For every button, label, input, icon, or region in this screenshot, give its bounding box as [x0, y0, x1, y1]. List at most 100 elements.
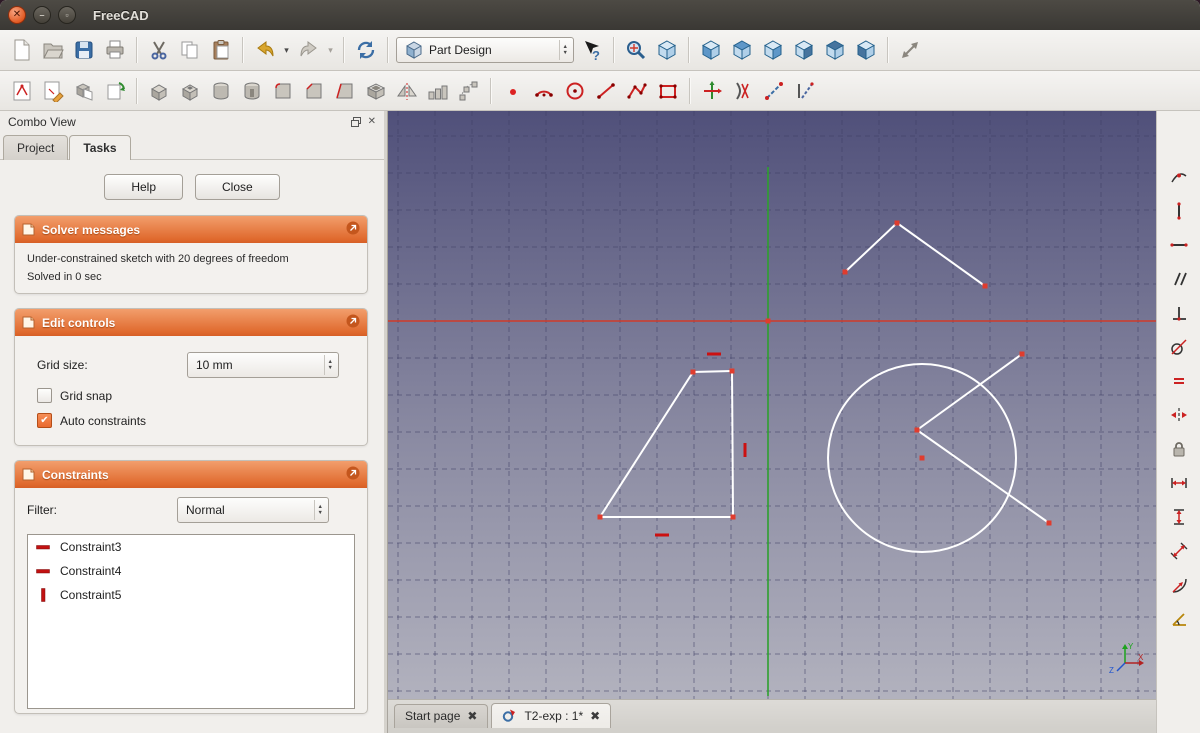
construction-mode-icon	[797, 81, 814, 99]
float-panel-icon[interactable]	[350, 117, 361, 127]
grid-snap-checkbox[interactable]	[37, 388, 52, 403]
constraint-radius-button[interactable]	[1165, 571, 1193, 598]
collapse-panel-icon[interactable]	[346, 314, 360, 331]
mirrored-button[interactable]	[391, 76, 422, 106]
sketch-circle-button[interactable]	[559, 76, 590, 106]
revolution-button[interactable]	[205, 76, 236, 106]
close-panel-icon[interactable]: ✕	[368, 117, 376, 127]
collapse-panel-icon[interactable]	[346, 466, 360, 483]
view-rear-button[interactable]	[788, 35, 819, 65]
view-front-button[interactable]	[695, 35, 726, 65]
fillet-icon	[274, 82, 290, 98]
groove-button[interactable]	[236, 76, 267, 106]
draft-button[interactable]	[329, 76, 360, 106]
titlebar[interactable]: ✕ – ▫ FreeCAD	[0, 0, 1200, 30]
close-tab-icon[interactable]: ✖	[590, 710, 600, 722]
list-item-constraint4[interactable]: Constraint4	[28, 559, 354, 583]
cut-button[interactable]	[143, 35, 174, 65]
constraint-distance-button[interactable]	[1165, 537, 1193, 564]
view-sketch-button[interactable]	[696, 76, 727, 106]
view-right-button[interactable]	[757, 35, 788, 65]
tab-document-t2-exp[interactable]: T2-exp : 1* ✖	[491, 703, 612, 728]
edit-sketch-button[interactable]	[37, 76, 68, 106]
constraint-point-on-object-button[interactable]	[1165, 163, 1193, 190]
constraint-vertical-button[interactable]	[1165, 197, 1193, 224]
sketch-arc-button[interactable]	[528, 76, 559, 106]
grid-size-select[interactable]: 10 mm ▲ ▼	[187, 352, 339, 378]
note-icon	[22, 223, 35, 236]
open-document-button[interactable]	[37, 35, 68, 65]
constraint-equal-button[interactable]	[1165, 367, 1193, 394]
list-item-constraint3[interactable]: Constraint3	[28, 535, 354, 559]
list-item-constraint5[interactable]: Constraint5	[28, 583, 354, 607]
tab-start-page[interactable]: Start page ✖	[394, 704, 489, 728]
whats-this-button[interactable]: ?	[576, 35, 607, 65]
external-geometry-button[interactable]	[758, 76, 789, 106]
constraint-symmetric-button[interactable]	[1165, 401, 1193, 428]
trim-edge-button[interactable]	[727, 76, 758, 106]
refresh-button[interactable]	[350, 35, 381, 65]
grid-snap-row[interactable]: Grid snap	[37, 388, 345, 403]
chamfer-button[interactable]	[298, 76, 329, 106]
print-button[interactable]	[99, 35, 130, 65]
new-sketch-button[interactable]	[6, 76, 37, 106]
measure-distance-button[interactable]	[894, 35, 925, 65]
tab-project[interactable]: Project	[3, 135, 69, 160]
sketch-point-button[interactable]	[497, 76, 528, 106]
new-document-button[interactable]	[6, 35, 37, 65]
sketch-polyline-button[interactable]	[621, 76, 652, 106]
view-left-button[interactable]	[850, 35, 881, 65]
construction-mode-button[interactable]	[789, 76, 820, 106]
pad-button[interactable]	[143, 76, 174, 106]
constraint-list[interactable]: Constraint3 Constraint4 Constraint5	[27, 534, 355, 709]
undo-dropdown-arrow[interactable]: ▾	[280, 35, 293, 65]
tab-tasks[interactable]: Tasks	[69, 135, 131, 160]
redo-button[interactable]	[293, 35, 324, 65]
axis-z-label: Z	[1109, 666, 1114, 675]
solver-messages-header[interactable]: Solver messages	[15, 216, 367, 243]
sketch-rectangle-button[interactable]	[652, 76, 683, 106]
constraint-tangent-button[interactable]	[1165, 333, 1193, 360]
redo-dropdown-arrow[interactable]: ▾	[324, 35, 337, 65]
constraint-distance-y-button[interactable]	[1165, 503, 1193, 530]
map-sketch-button[interactable]	[68, 76, 99, 106]
window-minimize-button[interactable]: –	[33, 6, 51, 24]
auto-constraints-checkbox[interactable]: ✔	[37, 413, 52, 428]
undo-button[interactable]	[249, 35, 280, 65]
constraints-header[interactable]: Constraints	[15, 461, 367, 488]
fillet-button[interactable]	[267, 76, 298, 106]
constraint-distance-x-button[interactable]	[1165, 469, 1193, 496]
constraint-angle-button[interactable]	[1165, 605, 1193, 632]
solver-messages-title: Solver messages	[42, 222, 141, 237]
constraint-perpendicular-button[interactable]	[1165, 299, 1193, 326]
3d-viewport[interactable]: Y X Z	[388, 111, 1156, 699]
pocket-button[interactable]	[174, 76, 205, 106]
constraint-lock-button[interactable]	[1165, 435, 1193, 462]
sketch-line-button[interactable]	[590, 76, 621, 106]
paste-button[interactable]	[205, 35, 236, 65]
auto-constraints-row[interactable]: ✔ Auto constraints	[37, 413, 345, 428]
collapse-panel-icon[interactable]	[346, 221, 360, 238]
save-document-button[interactable]	[68, 35, 99, 65]
workbench-selector[interactable]: Part Design ▲ ▼	[396, 37, 574, 63]
constraint-filter-select[interactable]: Normal ▲ ▼	[177, 497, 329, 523]
reorient-sketch-button[interactable]	[99, 76, 130, 106]
help-button[interactable]: Help	[104, 174, 183, 200]
close-task-button[interactable]: Close	[195, 174, 280, 200]
view-top-button[interactable]	[726, 35, 757, 65]
solver-messages-body: Under-constrained sketch with 20 degrees…	[15, 243, 367, 293]
thickness-button[interactable]	[360, 76, 391, 106]
close-tab-icon[interactable]: ✖	[467, 710, 477, 722]
window-maximize-button[interactable]: ▫	[58, 6, 76, 24]
fit-all-button[interactable]	[620, 35, 651, 65]
window-close-button[interactable]: ✕	[8, 6, 26, 24]
polar-pattern-button[interactable]	[453, 76, 484, 106]
constraint-horizontal-button[interactable]	[1165, 231, 1193, 258]
constraint-parallel-button[interactable]	[1165, 265, 1193, 292]
linear-pattern-button[interactable]	[422, 76, 453, 106]
edit-controls-header[interactable]: Edit controls	[15, 309, 367, 336]
save-icon	[75, 41, 92, 59]
copy-button[interactable]	[174, 35, 205, 65]
view-bottom-button[interactable]	[819, 35, 850, 65]
view-axonometric-button[interactable]	[651, 35, 682, 65]
